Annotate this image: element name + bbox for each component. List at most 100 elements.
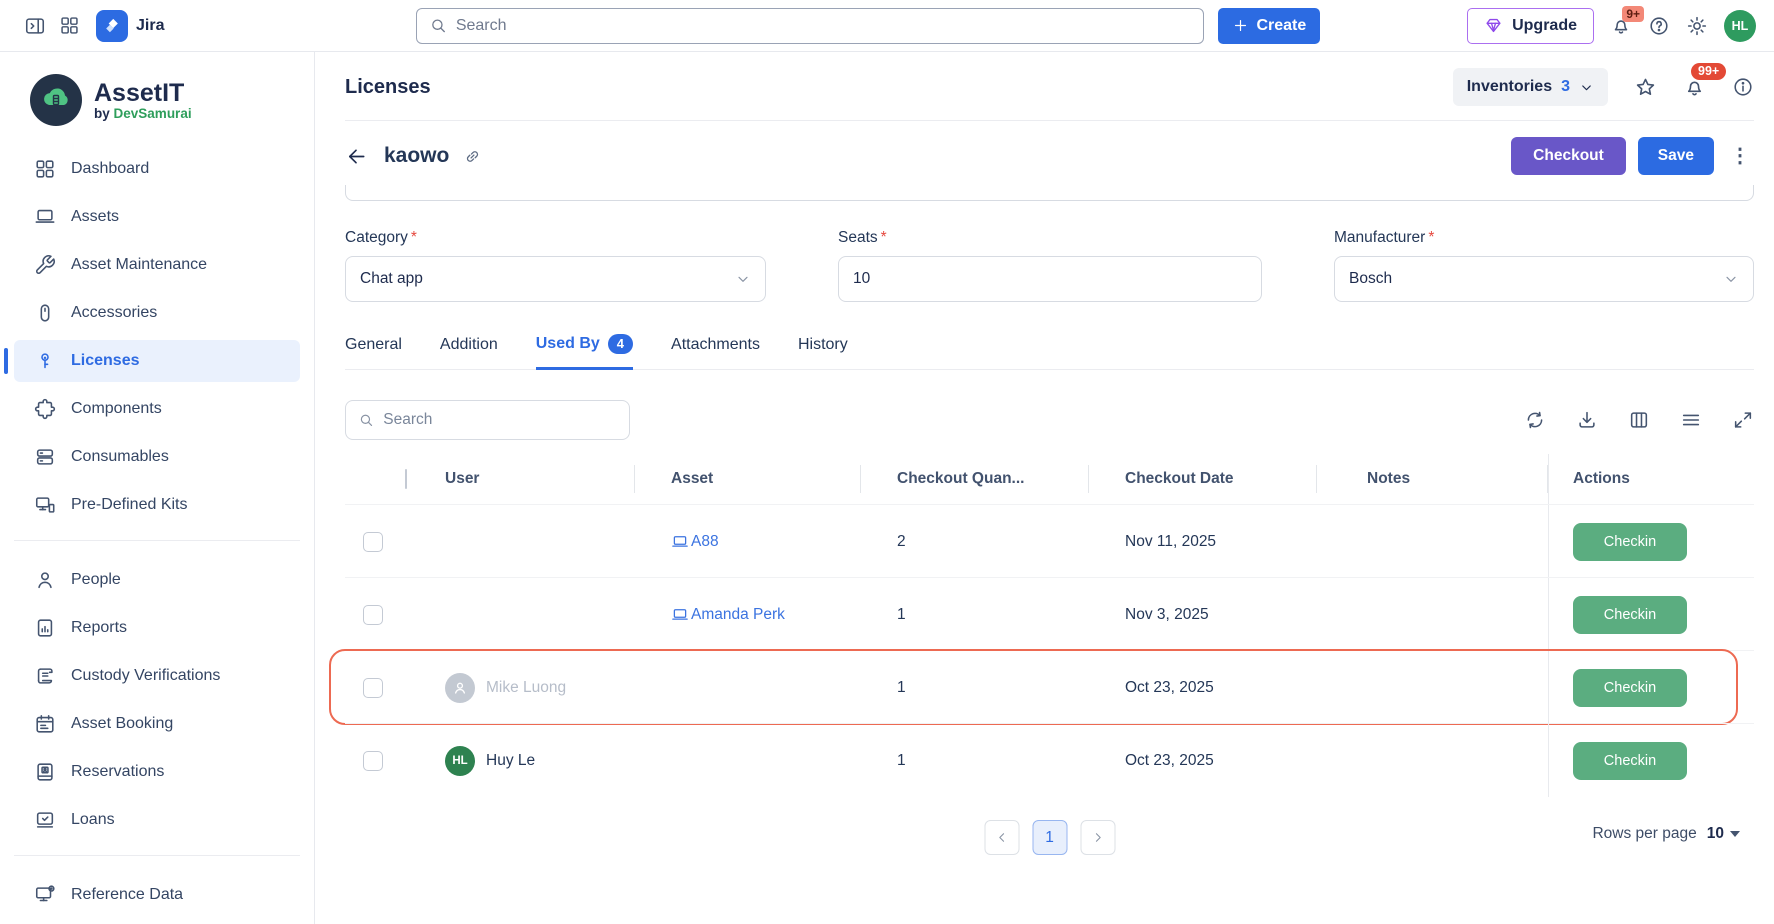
prev-page-button[interactable] — [984, 820, 1019, 855]
sidebar-item-components[interactable]: Components — [14, 388, 300, 430]
seats-field: Seats* 10 — [838, 229, 1262, 302]
sidebar-item-reports[interactable]: Reports — [14, 607, 300, 649]
sidebar-item-people[interactable]: People — [14, 559, 300, 601]
jira-logo-icon[interactable] — [96, 10, 128, 42]
row-checkbox[interactable] — [363, 678, 383, 698]
search-icon — [358, 411, 374, 429]
table-row: HL Huy Le 1 Oct 23, 2025 Checkin — [345, 723, 1754, 796]
chevron-down-icon — [735, 271, 751, 287]
manufacturer-label: Manufacturer* — [1334, 229, 1754, 247]
column-header-checkout-date[interactable]: Checkout Date — [1089, 454, 1317, 504]
key-icon — [34, 350, 56, 372]
table-row: Amanda Perk 1 Nov 3, 2025 Checkin — [345, 577, 1754, 650]
more-options-icon[interactable]: ⋮ — [1726, 149, 1754, 163]
favorite-star-icon[interactable] — [1634, 76, 1657, 99]
laptop-icon — [671, 533, 689, 551]
monitor-gear-icon — [34, 884, 56, 906]
page-title: Licenses — [345, 76, 431, 99]
page-number-button[interactable]: 1 — [1032, 820, 1067, 855]
row-checkbox[interactable] — [363, 532, 383, 552]
table-search-input[interactable] — [383, 411, 617, 429]
rows-per-page-select[interactable]: 10 — [1707, 825, 1740, 843]
sidebar-item-asset-booking[interactable]: Asset Booking — [14, 703, 300, 745]
row-density-icon[interactable] — [1680, 409, 1702, 431]
copy-link-icon[interactable] — [463, 147, 482, 166]
user-avatar-placeholder — [445, 673, 475, 703]
sidebar-item-reservations[interactable]: Reservations — [14, 751, 300, 793]
checkin-button[interactable]: Checkin — [1573, 523, 1687, 561]
collapse-sidebar-icon[interactable] — [18, 9, 52, 43]
page-notifications-bell-icon[interactable]: 99+ — [1683, 76, 1706, 99]
sidebar-item-asset-maintenance[interactable]: Asset Maintenance — [14, 244, 300, 286]
download-icon[interactable] — [1576, 409, 1598, 431]
column-header-user[interactable]: User — [401, 454, 635, 504]
tab-attachments[interactable]: Attachments — [671, 334, 760, 369]
info-icon[interactable] — [1732, 76, 1754, 98]
checkout-date-cell: Nov 11, 2025 — [1089, 505, 1317, 578]
top-bar: Jira Create Upgrade 9+ HL — [0, 0, 1774, 52]
seats-label: Seats* — [838, 229, 1262, 247]
notes-cell — [1317, 724, 1548, 797]
column-header-checkout-quantity[interactable]: Checkout Quan... — [861, 454, 1089, 504]
next-page-button[interactable] — [1080, 820, 1115, 855]
app-switcher-icon[interactable] — [52, 9, 86, 43]
checkout-button[interactable]: Checkout — [1511, 137, 1626, 175]
scroll-icon — [34, 665, 56, 687]
caret-down-icon — [1730, 831, 1740, 837]
used-by-count-badge: 4 — [608, 334, 633, 354]
tab-addition[interactable]: Addition — [440, 334, 498, 369]
search-icon — [429, 16, 447, 35]
sidebar-divider — [14, 855, 300, 856]
sidebar-item-accessories[interactable]: Accessories — [14, 292, 300, 334]
tab-used-by[interactable]: Used By 4 — [536, 334, 633, 370]
chevron-left-icon — [994, 830, 1009, 845]
checkin-button[interactable]: Checkin — [1573, 669, 1687, 707]
refresh-icon[interactable] — [1524, 409, 1546, 431]
back-arrow-icon[interactable] — [345, 145, 368, 168]
dashboard-icon — [34, 158, 56, 180]
user-avatar[interactable]: HL — [1724, 10, 1756, 42]
category-select[interactable]: Chat app — [345, 256, 766, 302]
checkin-button[interactable]: Checkin — [1573, 596, 1687, 634]
columns-icon[interactable] — [1628, 409, 1650, 431]
row-checkbox[interactable] — [363, 605, 383, 625]
chevron-down-icon — [1579, 80, 1594, 95]
row-checkbox[interactable] — [363, 751, 383, 771]
create-button[interactable]: Create — [1218, 8, 1320, 44]
tab-history[interactable]: History — [798, 334, 848, 369]
manufacturer-select[interactable]: Bosch — [1334, 256, 1754, 302]
sidebar-divider — [14, 540, 300, 541]
column-header-notes[interactable]: Notes — [1317, 454, 1548, 504]
rows-per-page-label: Rows per page — [1592, 825, 1696, 843]
upgrade-button[interactable]: Upgrade — [1467, 8, 1594, 44]
kit-icon — [34, 494, 56, 516]
sidebar-item-consumables[interactable]: Consumables — [14, 436, 300, 478]
brand-byline: by DevSamurai — [94, 106, 192, 121]
settings-gear-icon[interactable] — [1686, 15, 1708, 37]
inventories-dropdown[interactable]: Inventories 3 — [1453, 68, 1608, 106]
laptop-icon — [671, 606, 689, 624]
sidebar-item-dashboard[interactable]: Dashboard — [14, 148, 300, 190]
asset-link[interactable]: A88 — [671, 533, 719, 551]
global-search[interactable] — [416, 8, 1204, 44]
sidebar-item-custody-verifications[interactable]: Custody Verifications — [14, 655, 300, 697]
column-header-asset[interactable]: Asset — [635, 454, 861, 504]
seats-input[interactable]: 10 — [838, 256, 1262, 302]
report-icon — [34, 617, 56, 639]
sidebar-item-loans[interactable]: Loans — [14, 799, 300, 841]
sidebar-item-reference-data[interactable]: Reference Data — [14, 874, 300, 916]
save-button[interactable]: Save — [1638, 137, 1714, 175]
checkout-quantity-cell: 1 — [861, 651, 1089, 724]
asset-link[interactable]: Amanda Perk — [671, 606, 785, 624]
header-divider — [345, 120, 1754, 121]
fullscreen-icon[interactable] — [1732, 409, 1754, 431]
global-search-input[interactable] — [456, 17, 1192, 35]
checkin-button[interactable]: Checkin — [1573, 742, 1687, 780]
table-search[interactable] — [345, 400, 630, 440]
help-icon[interactable] — [1648, 15, 1670, 37]
sidebar-item-assets[interactable]: Assets — [14, 196, 300, 238]
sidebar-item-licenses[interactable]: Licenses — [14, 340, 300, 382]
notifications-bell-icon[interactable]: 9+ — [1610, 15, 1632, 37]
tab-general[interactable]: General — [345, 334, 402, 369]
sidebar-item-pre-defined-kits[interactable]: Pre-Defined Kits — [14, 484, 300, 526]
